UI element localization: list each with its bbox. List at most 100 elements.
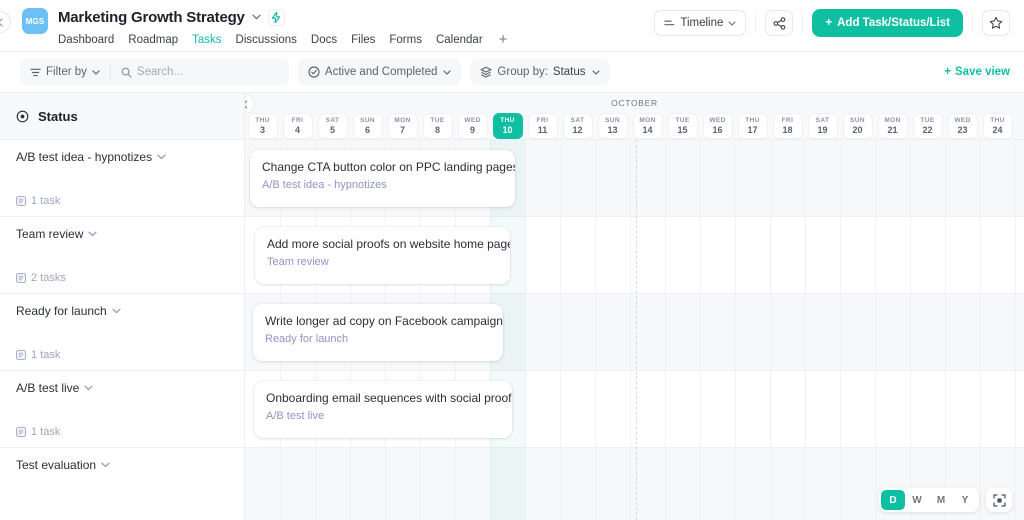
share-button[interactable] bbox=[765, 10, 793, 36]
filter-icon bbox=[30, 68, 41, 77]
filter-by-button[interactable]: Filter by bbox=[20, 59, 110, 85]
filter-by-label: Filter by bbox=[46, 66, 87, 78]
search-icon bbox=[121, 67, 132, 78]
group-row-4[interactable]: Test evaluation bbox=[0, 448, 244, 520]
task-card[interactable]: Change CTA button color on PPC landing p… bbox=[250, 150, 515, 207]
day-header-8[interactable]: TUE8 bbox=[420, 113, 455, 139]
day-header-6[interactable]: SUN6 bbox=[350, 113, 385, 139]
collapse-sidebar-button[interactable] bbox=[245, 94, 255, 114]
group-label: Ready for launch bbox=[16, 304, 107, 318]
day-header-4[interactable]: FRI4 bbox=[280, 113, 315, 139]
chevron-down-icon[interactable] bbox=[252, 14, 261, 20]
timeline-column: OCTOBER THU3FRI4SAT5SUN6MON7TUE8WED9THU1… bbox=[245, 93, 1024, 520]
title-block: Marketing Growth Strategy Dashboard Road… bbox=[58, 7, 507, 47]
day-header-23[interactable]: WED23 bbox=[945, 113, 980, 139]
day-num: 9 bbox=[470, 125, 475, 135]
day-dow: SUN bbox=[360, 117, 375, 124]
day-header-19[interactable]: SAT19 bbox=[805, 113, 840, 139]
chevron-down-icon[interactable] bbox=[88, 231, 97, 237]
title-row: Marketing Growth Strategy bbox=[58, 7, 507, 27]
group-count-label: 2 tasks bbox=[31, 272, 66, 284]
groups-header: Status bbox=[0, 93, 244, 140]
task-card-status: Team review bbox=[267, 256, 498, 268]
group-name-row: Test evaluation bbox=[16, 458, 228, 472]
chevron-down-icon[interactable] bbox=[101, 462, 110, 468]
project-logo[interactable]: MGS bbox=[22, 8, 48, 34]
day-header-12[interactable]: SAT12 bbox=[560, 113, 595, 139]
day-header-9[interactable]: WED9 bbox=[455, 113, 490, 139]
day-num: 12 bbox=[572, 125, 582, 135]
day-num: 10 bbox=[502, 125, 512, 135]
group-row-3[interactable]: A/B test live 1 task bbox=[0, 371, 244, 448]
day-num: 5 bbox=[330, 125, 335, 135]
nav-tab-docs[interactable]: Docs bbox=[311, 34, 337, 46]
nav-tab-calendar[interactable]: Calendar bbox=[436, 34, 483, 46]
nav-tab-forms[interactable]: Forms bbox=[389, 34, 422, 46]
nav-tab-dashboard[interactable]: Dashboard bbox=[58, 34, 114, 46]
add-tab-button[interactable]: + bbox=[497, 32, 508, 47]
day-num: 24 bbox=[992, 125, 1002, 135]
day-header-18[interactable]: FRI18 bbox=[770, 113, 805, 139]
task-card[interactable]: Add more social proofs on website home p… bbox=[255, 227, 510, 284]
day-num: 8 bbox=[435, 125, 440, 135]
day-num: 22 bbox=[922, 125, 932, 135]
header-left: MGS Marketing Growth Strategy Dashboard … bbox=[0, 0, 507, 47]
fullscreen-button[interactable] bbox=[986, 488, 1012, 512]
day-header-11[interactable]: FRI11 bbox=[525, 113, 560, 139]
task-card-title: Write longer ad copy on Facebook campaig… bbox=[265, 314, 491, 328]
nav-tab-tasks[interactable]: Tasks bbox=[192, 34, 221, 46]
search-group[interactable] bbox=[111, 59, 289, 85]
add-task-button[interactable]: + Add Task/Status/List bbox=[812, 9, 963, 37]
day-header-7[interactable]: MON7 bbox=[385, 113, 420, 139]
day-header-24[interactable]: THU24 bbox=[980, 113, 1015, 139]
day-header-15[interactable]: TUE15 bbox=[665, 113, 700, 139]
day-num: 19 bbox=[817, 125, 827, 135]
favorite-button[interactable] bbox=[982, 10, 1010, 36]
day-dow: MON bbox=[639, 117, 655, 124]
zoom-scale-d[interactable]: D bbox=[881, 490, 905, 510]
day-header-17[interactable]: THU17 bbox=[735, 113, 770, 139]
day-header-13[interactable]: SUN13 bbox=[595, 113, 630, 139]
save-view-label: Save view bbox=[955, 66, 1010, 78]
day-dow: FRI bbox=[537, 117, 549, 124]
save-view-button[interactable]: + Save view bbox=[944, 66, 1010, 78]
search-input[interactable] bbox=[137, 66, 279, 78]
filter-search-group: Filter by bbox=[20, 59, 289, 85]
task-card-status: Ready for launch bbox=[265, 333, 491, 345]
zoom-scale-m[interactable]: M bbox=[929, 490, 953, 510]
task-card[interactable]: Write longer ad copy on Facebook campaig… bbox=[253, 304, 503, 361]
chevron-down-icon[interactable] bbox=[157, 154, 166, 160]
group-count-row: 1 task bbox=[16, 349, 228, 361]
day-header-22[interactable]: TUE22 bbox=[910, 113, 945, 139]
day-num: 18 bbox=[782, 125, 792, 135]
nav-tab-discussions[interactable]: Discussions bbox=[236, 34, 297, 46]
nav-tab-roadmap[interactable]: Roadmap bbox=[128, 34, 178, 46]
chevron-down-icon[interactable] bbox=[84, 385, 93, 391]
task-card-status: A/B test live bbox=[266, 410, 500, 422]
task-card[interactable]: Onboarding email sequences with social p… bbox=[254, 381, 512, 438]
task-cards: Change CTA button color on PPC landing p… bbox=[245, 140, 1024, 520]
view-switcher-button[interactable]: Timeline bbox=[654, 10, 746, 36]
day-header-20[interactable]: SUN20 bbox=[840, 113, 875, 139]
day-header-5[interactable]: SAT5 bbox=[315, 113, 350, 139]
group-row-2[interactable]: Ready for launch 1 task bbox=[0, 294, 244, 371]
automation-button[interactable] bbox=[268, 9, 285, 26]
day-dow: THU bbox=[255, 117, 270, 124]
group-row-1[interactable]: Team review 2 tasks bbox=[0, 217, 244, 294]
status-filter-button[interactable]: Active and Completed bbox=[298, 59, 462, 85]
zoom-scale-w[interactable]: W bbox=[905, 490, 929, 510]
day-header-21[interactable]: MON21 bbox=[875, 113, 910, 139]
group-row-0[interactable]: A/B test idea - hypnotizes 1 task bbox=[0, 140, 244, 217]
day-num: 13 bbox=[607, 125, 617, 135]
day-num: 11 bbox=[538, 125, 548, 135]
lightning-bolt-icon bbox=[271, 12, 281, 23]
day-header-14[interactable]: MON14 bbox=[630, 113, 665, 139]
day-header-10[interactable]: THU10 bbox=[490, 113, 525, 139]
group-by-button[interactable]: Group by: Status bbox=[470, 59, 609, 85]
day-header-16[interactable]: WED16 bbox=[700, 113, 735, 139]
zoom-scale-y[interactable]: Y bbox=[953, 490, 977, 510]
chevron-down-icon[interactable] bbox=[112, 308, 121, 314]
list-icon bbox=[16, 196, 26, 206]
nav-tab-files[interactable]: Files bbox=[351, 34, 375, 46]
day-header-3[interactable]: THU3 bbox=[245, 113, 280, 139]
